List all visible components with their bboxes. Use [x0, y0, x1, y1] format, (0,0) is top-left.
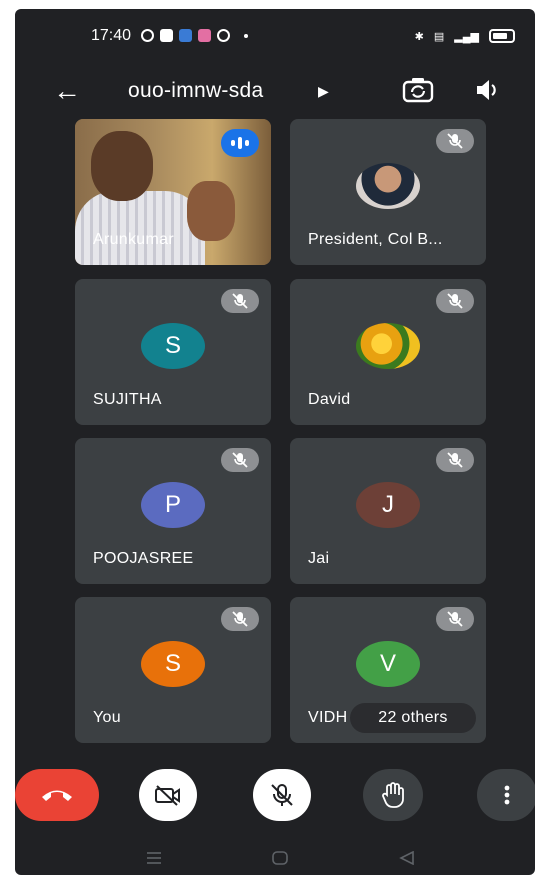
- participant-name: POOJASREE: [93, 550, 194, 567]
- end-call-icon: [42, 790, 72, 801]
- avatar: S: [141, 641, 205, 687]
- avatar: V: [356, 641, 420, 687]
- participant-tile[interactable]: Arunkumar: [75, 119, 271, 265]
- avatar: [356, 323, 420, 369]
- vibrate-icon: ▤: [433, 30, 445, 43]
- participant-name: Jai: [308, 550, 330, 567]
- app-icon: [198, 29, 211, 42]
- status-bar: 17:40 ✱ ▤ ▂▄▆: [15, 21, 535, 51]
- camera-toggle-button[interactable]: [139, 769, 197, 821]
- participant-tile[interactable]: David: [290, 279, 486, 425]
- system-nav-bar: [15, 843, 535, 873]
- speaker-icon[interactable]: [472, 75, 502, 105]
- participant-tile[interactable]: S SUJITHA: [75, 279, 271, 425]
- end-call-button[interactable]: [15, 769, 99, 821]
- battery-icon: [489, 29, 515, 43]
- participant-tile[interactable]: P POOJASREE: [75, 438, 271, 584]
- caret-right-icon[interactable]: ▶: [318, 83, 329, 100]
- recents-icon[interactable]: [145, 851, 163, 865]
- avatar: P: [141, 482, 205, 528]
- avatar: J: [356, 482, 420, 528]
- home-icon[interactable]: [271, 851, 289, 865]
- notification-icon: [141, 29, 154, 42]
- mic-off-icon: [221, 607, 259, 631]
- status-time: 17:40: [91, 27, 132, 44]
- participant-name: President, Col B...: [308, 231, 443, 248]
- more-options-button[interactable]: [477, 769, 535, 821]
- dot-icon: [244, 33, 248, 38]
- signal-icon: ▂▄▆: [454, 30, 479, 43]
- participant-name: SUJITHA: [93, 391, 162, 408]
- participant-tile[interactable]: J Jai: [290, 438, 486, 584]
- app-icon: [179, 29, 192, 42]
- mic-off-icon: [436, 448, 474, 472]
- status-notification-icons: [141, 29, 248, 42]
- participant-name: Arunkumar: [93, 231, 174, 248]
- app-icon: [217, 29, 230, 42]
- switch-camera-icon[interactable]: [401, 75, 435, 105]
- more-vert-icon: [504, 785, 510, 805]
- mic-off-icon: [221, 289, 259, 313]
- phone-screen: 17:40 ✱ ▤ ▂▄▆ ← ouo-imnw-sda ▶ Arunkumar…: [15, 9, 535, 875]
- message-icon: [160, 29, 173, 42]
- avatar: S: [141, 323, 205, 369]
- back-nav-icon[interactable]: [399, 851, 415, 865]
- camera-off-icon: [155, 785, 180, 806]
- meeting-top-bar: ← ouo-imnw-sda ▶: [15, 73, 535, 113]
- mic-off-icon: [436, 289, 474, 313]
- raise-hand-button[interactable]: [363, 769, 423, 821]
- back-arrow-icon[interactable]: ←: [53, 75, 81, 107]
- mic-off-icon: [221, 448, 259, 472]
- mic-off-icon: [436, 607, 474, 631]
- speaking-indicator-icon: [221, 129, 259, 157]
- participant-name: David: [308, 391, 351, 408]
- others-count-pill[interactable]: 22 others: [350, 703, 476, 733]
- meeting-code[interactable]: ouo-imnw-sda: [128, 79, 264, 103]
- participant-name: You: [93, 709, 121, 726]
- mic-off-icon: [436, 129, 474, 153]
- mic-toggle-button[interactable]: [253, 769, 311, 821]
- hand-icon: [382, 782, 404, 808]
- status-system-icons: ✱ ▤ ▂▄▆: [415, 29, 515, 43]
- participant-tile[interactable]: S You: [75, 597, 271, 743]
- participant-name: VIDH: [308, 709, 348, 726]
- avatar: [356, 163, 420, 209]
- mic-off-icon: [271, 784, 293, 806]
- bluetooth-icon: ✱: [414, 30, 424, 43]
- participant-tile[interactable]: President, Col B...: [290, 119, 486, 265]
